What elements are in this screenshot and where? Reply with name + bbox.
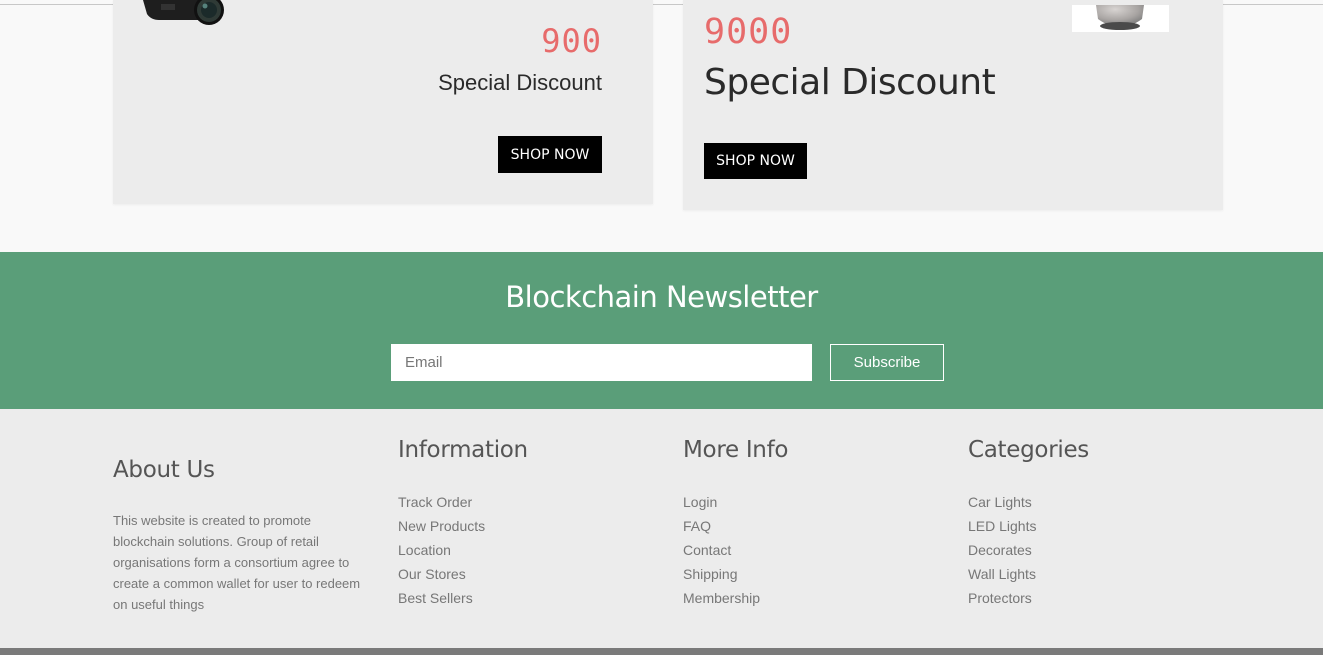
information-title: Information — [398, 437, 528, 463]
footer-link-contact[interactable]: Contact — [683, 538, 760, 562]
footer-link-best-sellers[interactable]: Best Sellers — [398, 586, 485, 610]
promo-card-speaker: 9000 Special Discount SHOP NOW — [683, 0, 1223, 210]
about-us-title: About Us — [113, 457, 215, 483]
categories-title: Categories — [968, 437, 1089, 463]
newsletter-section: Blockchain Newsletter Subscribe — [0, 252, 1323, 409]
newsletter-title: Blockchain Newsletter — [505, 280, 818, 314]
footer-link-car-lights[interactable]: Car Lights — [968, 490, 1036, 514]
speaker-icon — [1096, 5, 1144, 30]
promo-price: 900 — [541, 22, 602, 60]
promo-discount-label: Special Discount — [704, 62, 996, 103]
about-us-text: This website is created to promote block… — [113, 513, 361, 612]
camera-product-image — [143, 0, 224, 25]
footer-link-led-lights[interactable]: LED Lights — [968, 514, 1036, 538]
footer-link-shipping[interactable]: Shipping — [683, 562, 760, 586]
promo-discount-label: Special Discount — [438, 70, 602, 95]
footer-link-new-products[interactable]: New Products — [398, 514, 485, 538]
more-info-links: Login FAQ Contact Shipping Membership — [683, 490, 760, 610]
footer-link-track-order[interactable]: Track Order — [398, 490, 485, 514]
speaker-product-image — [1072, 5, 1169, 32]
footer-link-protectors[interactable]: Protectors — [968, 586, 1036, 610]
promo-price: 9000 — [704, 12, 793, 52]
footer-link-membership[interactable]: Membership — [683, 586, 760, 610]
footer-link-our-stores[interactable]: Our Stores — [398, 562, 485, 586]
footer: About Us This website is created to prom… — [0, 409, 1323, 648]
subscribe-button[interactable]: Subscribe — [830, 344, 944, 381]
bottom-bar — [0, 648, 1323, 655]
shop-now-button[interactable]: SHOP NOW — [704, 143, 807, 179]
footer-link-wall-lights[interactable]: Wall Lights — [968, 562, 1036, 586]
promo-card-camera: 900 Special Discount SHOP NOW — [113, 0, 653, 204]
footer-link-decorates[interactable]: Decorates — [968, 538, 1036, 562]
categories-links: Car Lights LED Lights Decorates Wall Lig… — [968, 490, 1036, 610]
footer-link-faq[interactable]: FAQ — [683, 514, 760, 538]
footer-link-location[interactable]: Location — [398, 538, 485, 562]
information-links: Track Order New Products Location Our St… — [398, 490, 485, 610]
footer-link-login[interactable]: Login — [683, 490, 760, 514]
more-info-title: More Info — [683, 437, 789, 463]
shop-now-button[interactable]: SHOP NOW — [498, 136, 602, 173]
email-input[interactable] — [391, 344, 812, 381]
